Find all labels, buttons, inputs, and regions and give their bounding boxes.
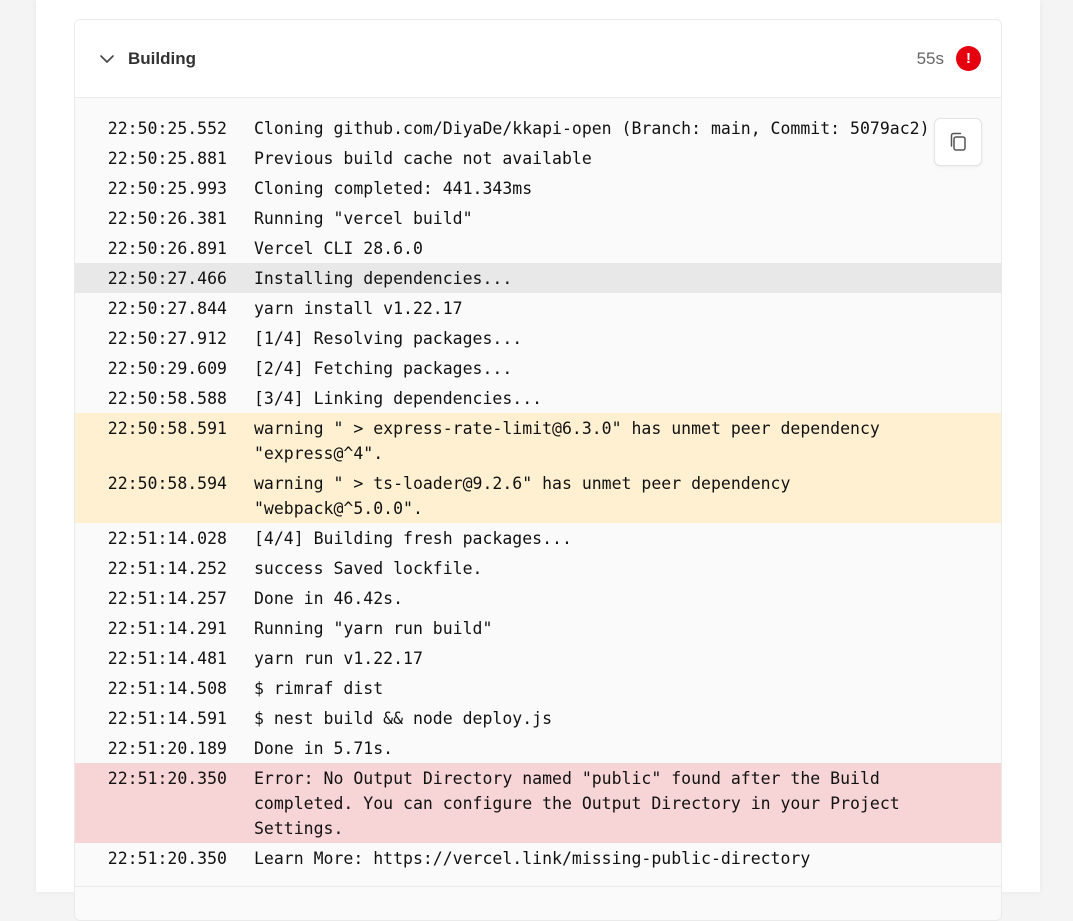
log-row: 22:50:25.552 Cloning github.com/DiyaDe/kk…: [75, 113, 1001, 143]
log-message: Error: No Output Directory named "public…: [254, 768, 910, 838]
log-message: [1/4] Resolving packages...: [254, 328, 523, 348]
log-message: Cloning completed: 441.343ms: [254, 178, 533, 198]
log-timestamp: 22:51:14.291: [107, 618, 227, 638]
log-row: 22:51:14.028 [4/4] Building fresh package…: [75, 523, 1001, 553]
log-row: 22:50:58.588 [3/4] Linking dependencies..…: [75, 383, 1001, 413]
log-row: 22:50:26.891 Vercel CLI 28.6.0: [75, 233, 1001, 263]
log-message: Vercel CLI 28.6.0: [254, 238, 423, 258]
log-row: 22:50:25.993 Cloning completed: 441.343ms: [75, 173, 1001, 203]
log-message: [2/4] Fetching packages...: [254, 358, 513, 378]
log-message: Learn More: https://vercel.link/missing-…: [254, 848, 811, 868]
log-row: 22:50:27.466 Installing dependencies...: [75, 263, 1001, 293]
log-row: 22:50:58.591 warning " > express-rate-lim…: [75, 413, 1001, 468]
build-step-header[interactable]: Building 55s !: [75, 20, 1001, 98]
error-status-icon: !: [956, 46, 981, 71]
log-timestamp: 22:50:25.881: [107, 148, 227, 168]
log-timestamp: 22:51:14.028: [107, 528, 227, 548]
build-duration: 55s: [916, 49, 944, 68]
log-message: Running "vercel build": [254, 208, 473, 228]
log-message: [3/4] Linking dependencies...: [254, 388, 543, 408]
log-message: $ nest build && node deploy.js: [254, 708, 553, 728]
build-step-title: Building: [128, 49, 196, 68]
log-message: Cloning github.com/DiyaDe/kkapi-open (Br…: [254, 118, 930, 138]
log-message: Done in 5.71s.: [254, 738, 394, 758]
log-row: 22:51:14.252 success Saved lockfile.: [75, 553, 1001, 583]
log-message: Running "yarn run build": [254, 618, 493, 638]
log-row: 22:51:14.508 $ rimraf dist: [75, 673, 1001, 703]
copy-icon: [950, 132, 966, 151]
log-row: 22:51:20.350 Error: No Output Directory n…: [75, 763, 1001, 843]
log-message: Previous build cache not available: [254, 148, 592, 168]
log-message: Installing dependencies...: [254, 268, 513, 288]
copy-logs-button[interactable]: [934, 118, 982, 166]
log-timestamp: 22:51:20.189: [107, 738, 227, 758]
log-row: 22:51:14.591 $ nest build && node deploy.…: [75, 703, 1001, 733]
log-timestamp: 22:50:58.591: [107, 418, 227, 438]
log-row: 22:50:29.609 [2/4] Fetching packages...: [75, 353, 1001, 383]
log-timestamp: 22:50:27.844: [107, 298, 227, 318]
log-row: 22:50:27.912 [1/4] Resolving packages...: [75, 323, 1001, 353]
log-timestamp: 22:51:20.350: [107, 848, 227, 868]
log-message: success Saved lockfile.: [254, 558, 483, 578]
chevron-down-icon[interactable]: [99, 51, 115, 67]
log-row: 22:51:20.189 Done in 5.71s.: [75, 733, 1001, 763]
log-timestamp: 22:50:25.552: [107, 118, 227, 138]
log-row: 22:51:14.291 Running "yarn run build": [75, 613, 1001, 643]
log-timestamp: 22:50:25.993: [107, 178, 227, 198]
log-row: 22:51:14.481 yarn run v1.22.17: [75, 643, 1001, 673]
log-timestamp: 22:50:26.891: [107, 238, 227, 258]
log-message: [4/4] Building fresh packages...: [254, 528, 572, 548]
log-timestamp: 22:51:14.257: [107, 588, 227, 608]
log-timestamp: 22:50:27.912: [107, 328, 227, 348]
log-timestamp: 22:50:26.381: [107, 208, 227, 228]
log-row: 22:50:25.881 Previous build cache not ava…: [75, 143, 1001, 173]
log-row: 22:50:26.381 Running "vercel build": [75, 203, 1001, 233]
build-log-panel: Building 55s ! 22:50:25.552 Cloning githu…: [74, 19, 1002, 921]
log-message: Done in 46.42s.: [254, 588, 404, 608]
log-timestamp: 22:50:58.594: [107, 473, 227, 493]
log-list: 22:50:25.552 Cloning github.com/DiyaDe/kk…: [75, 98, 1001, 873]
log-timestamp: 22:51:20.350: [107, 768, 227, 788]
log-row: 22:50:27.844 yarn install v1.22.17: [75, 293, 1001, 323]
log-message: yarn install v1.22.17: [254, 298, 463, 318]
log-timestamp: 22:51:14.481: [107, 648, 227, 668]
log-timestamp: 22:51:14.591: [107, 708, 227, 728]
log-row: 22:51:14.257 Done in 46.42s.: [75, 583, 1001, 613]
log-timestamp: 22:51:14.508: [107, 678, 227, 698]
log-message: yarn run v1.22.17: [254, 648, 423, 668]
log-message: warning " > express-rate-limit@6.3.0" ha…: [254, 418, 890, 463]
log-message: warning " > ts-loader@9.2.6" has unmet p…: [254, 473, 801, 518]
log-timestamp: 22:50:58.588: [107, 388, 227, 408]
log-message: $ rimraf dist: [254, 678, 384, 698]
log-timestamp: 22:50:29.609: [107, 358, 227, 378]
log-row: 22:51:20.350 Learn More: https://vercel.l…: [75, 843, 1001, 873]
log-timestamp: 22:51:14.252: [107, 558, 227, 578]
log-row: 22:50:58.594 warning " > ts-loader@9.2.6"…: [75, 468, 1001, 523]
panel-bottom-divider: [75, 886, 1001, 887]
log-timestamp: 22:50:27.466: [107, 268, 227, 288]
